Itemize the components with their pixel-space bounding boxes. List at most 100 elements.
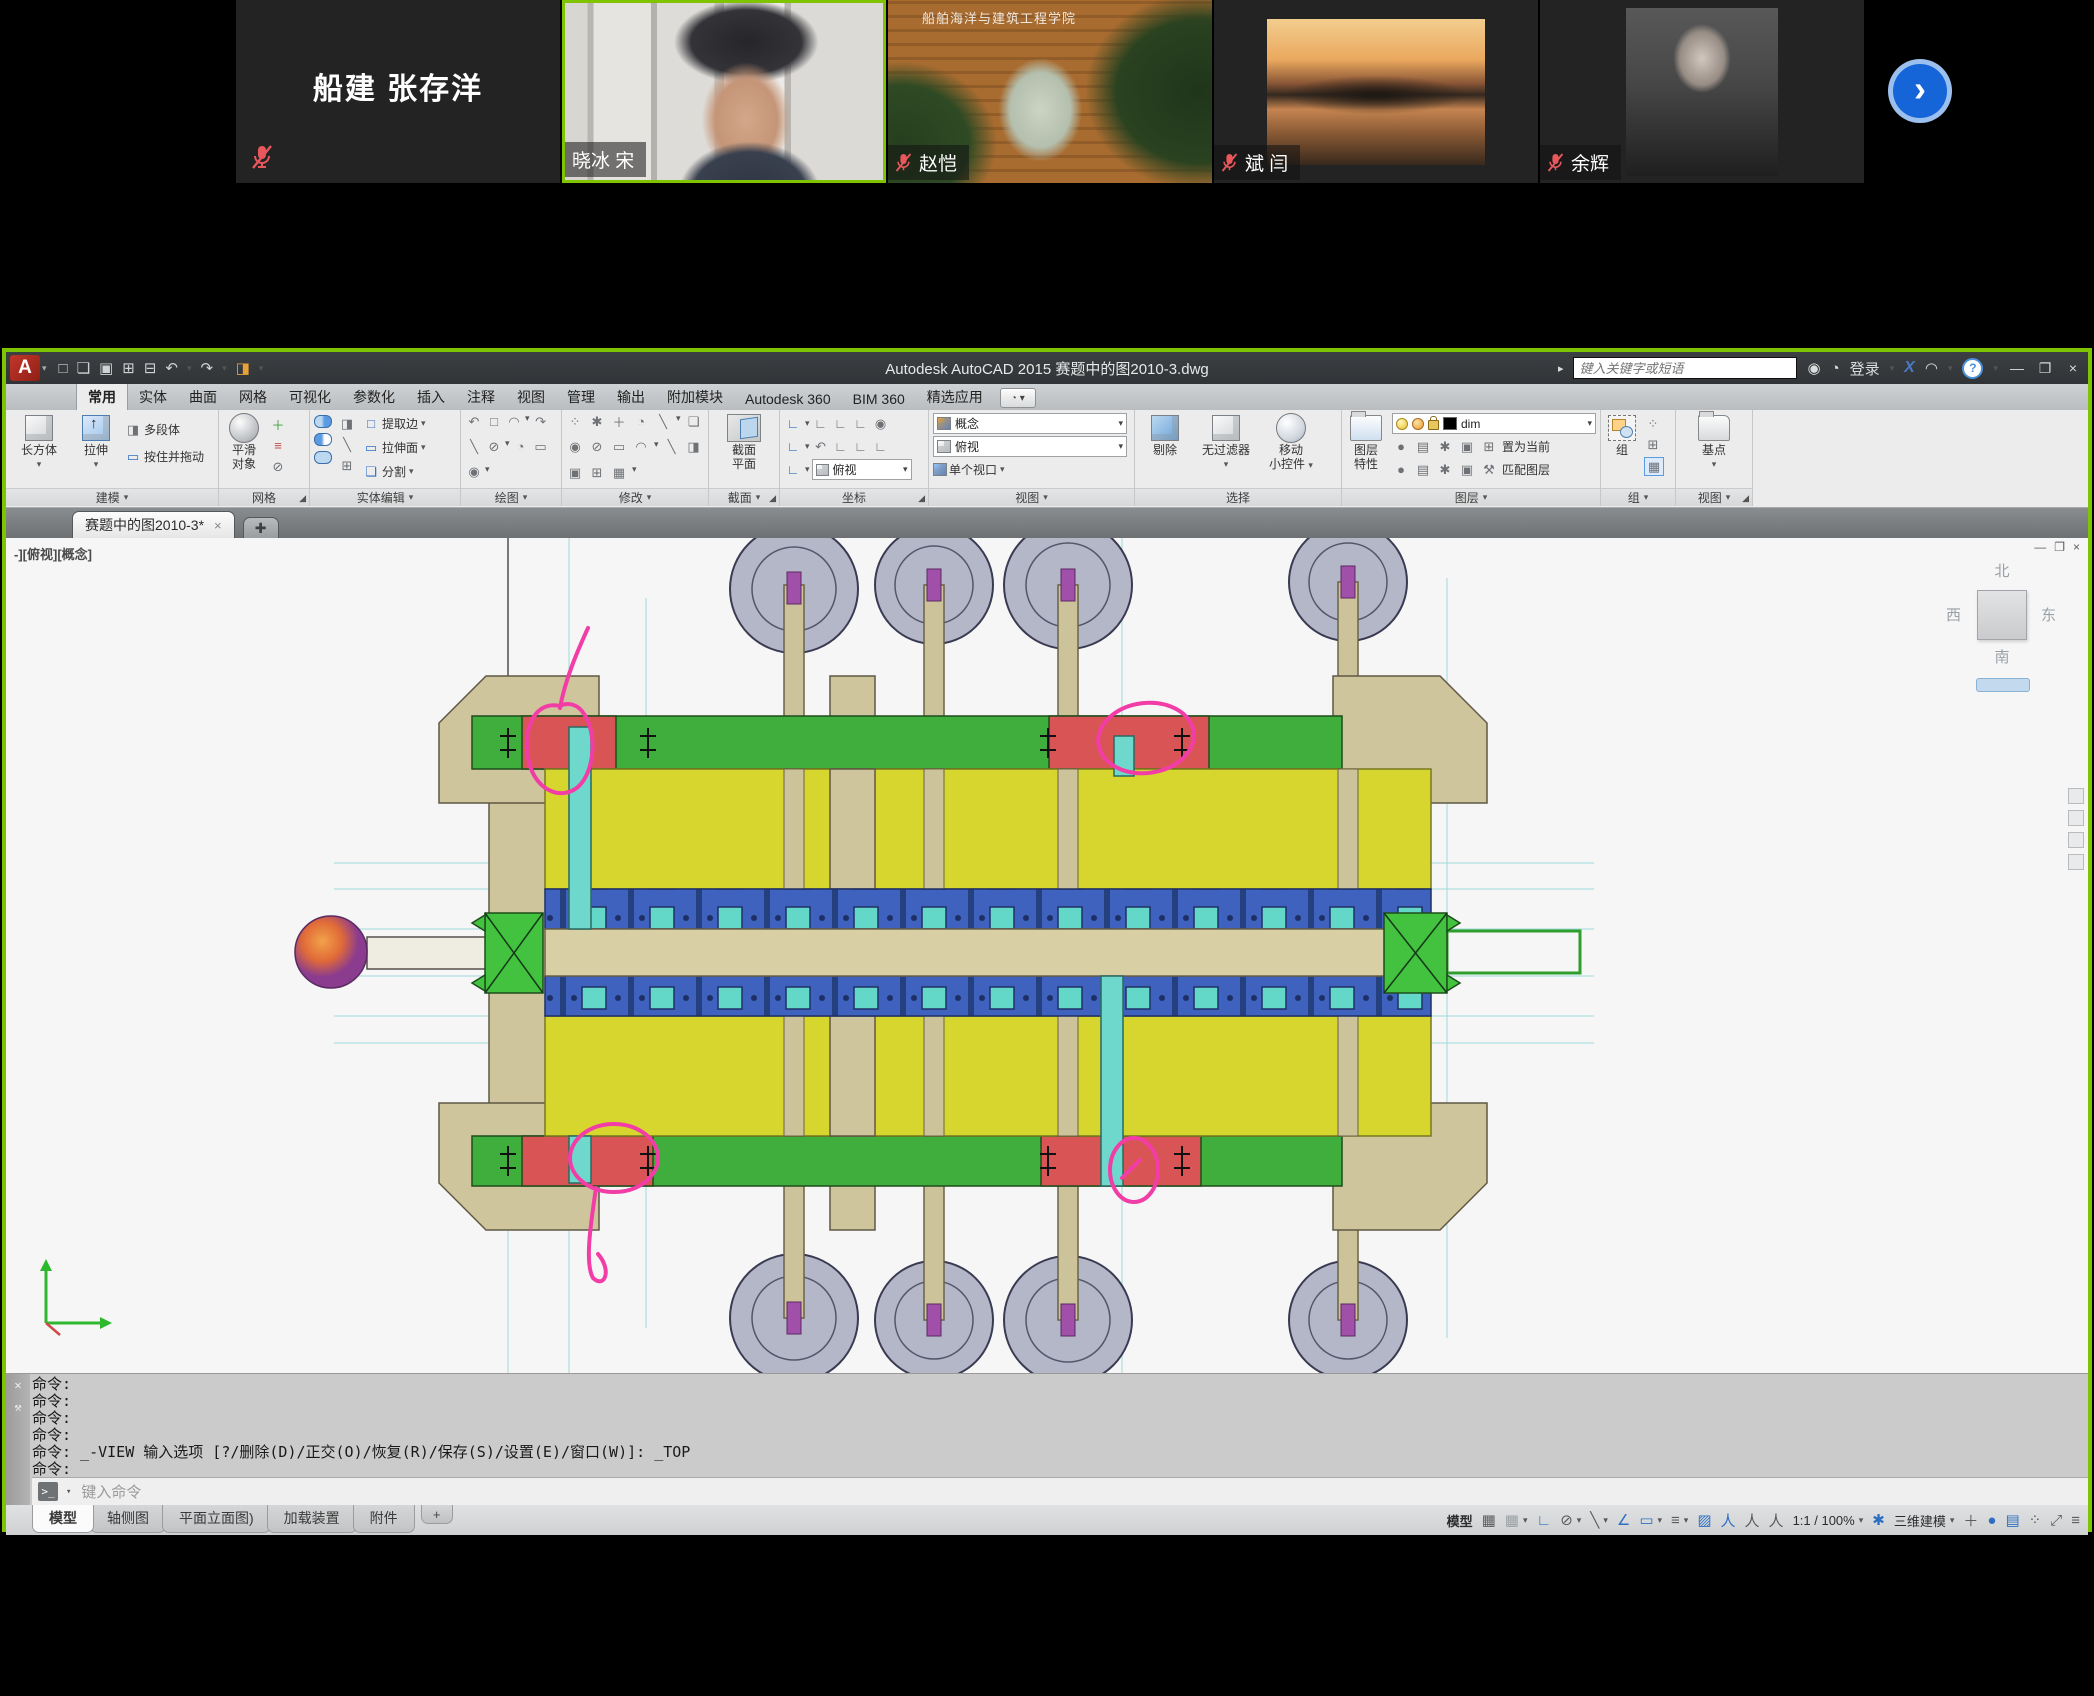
settings-gear-icon[interactable]: ✱: [1872, 1511, 1885, 1529]
gizmo-tool[interactable]: 移动 小控件 ▾: [1265, 413, 1317, 472]
set-current-tool[interactable]: 置为当前: [1502, 438, 1550, 455]
workspace-switcher[interactable]: 三维建模: [1894, 1511, 1946, 1530]
panel-label-view2[interactable]: 视图▾◢: [1676, 488, 1752, 506]
participant-tile-5[interactable]: 余辉: [1540, 0, 1864, 183]
units-icon[interactable]: ●: [1987, 1512, 1996, 1529]
participant-tile-2[interactable]: 晓冰 宋: [562, 0, 886, 183]
array-icon[interactable]: ⊞: [588, 464, 606, 481]
separate-tool[interactable]: ❏ 分割▾: [362, 461, 426, 482]
tab-manage[interactable]: 管理: [556, 383, 606, 410]
ucs-z-icon[interactable]: ∟: [852, 438, 870, 455]
ucs-previous-icon[interactable]: ∟: [832, 415, 850, 432]
presspull-tool[interactable]: ▭ 按住并拖动: [124, 446, 204, 467]
ellipse-icon[interactable]: ◉: [465, 464, 483, 481]
workspace-icon[interactable]: ◨: [236, 359, 250, 377]
viewport-controls-label[interactable]: -][俯视][概念]: [14, 544, 92, 563]
extrude-face-tool[interactable]: ▭ 拉伸面▾: [362, 437, 426, 458]
layer-match-icon[interactable]: ⚒: [1480, 461, 1498, 478]
drawing-canvas[interactable]: -][俯视][概念] — ❐ × 北 西 东 南: [6, 538, 2088, 1373]
selection-filter-tool[interactable]: 无过滤器▾: [1195, 413, 1257, 471]
panel-label-view[interactable]: 视图▾: [929, 488, 1134, 506]
lineweight-icon[interactable]: ≡: [1671, 1512, 1680, 1529]
ucs-world-icon[interactable]: ∟: [812, 415, 830, 432]
viewcube-east-label[interactable]: 东: [2041, 604, 2056, 625]
panel-label-modify[interactable]: 修改▾: [562, 488, 708, 506]
panel-label-draw[interactable]: 绘图▾: [461, 488, 561, 506]
panel-label-layers[interactable]: 图层▾: [1342, 488, 1600, 506]
mesh-nosmooth-icon[interactable]: ⊘: [269, 458, 287, 475]
annotation-monitor-icon[interactable]: ＋: [1963, 1510, 1978, 1531]
layout-tab-attachment[interactable]: 附件: [353, 1505, 415, 1533]
ortho-mode-icon[interactable]: ∟: [1537, 1512, 1552, 1529]
layer-unisolate-icon[interactable]: ▤: [1414, 461, 1432, 478]
search-expand-icon[interactable]: ▸: [1558, 362, 1564, 375]
command-prompt-icon[interactable]: >_: [38, 1482, 58, 1501]
customization-menu-icon[interactable]: ≡: [2071, 1512, 2080, 1529]
panel-label-groups[interactable]: 组▾: [1601, 488, 1675, 506]
ungroup-icon[interactable]: ⁘: [1644, 415, 1662, 432]
shell-icon[interactable]: ⊞: [338, 457, 356, 474]
viewcube-south-label[interactable]: 南: [1942, 646, 2062, 667]
ucs-face-icon[interactable]: ∟: [852, 415, 870, 432]
match-layer-tool[interactable]: 匹配图层: [1502, 461, 1550, 478]
doc-close-icon[interactable]: ×: [2073, 540, 2080, 554]
quick-properties-icon[interactable]: ▤: [2005, 1511, 2019, 1529]
layer-thaw-all-icon[interactable]: ✱: [1436, 461, 1454, 478]
tab-mesh[interactable]: 网格: [228, 383, 278, 410]
pattern-icon[interactable]: ▦: [610, 464, 628, 481]
participant-tile-3[interactable]: 船舶海洋与建筑工程学院 赵恺: [888, 0, 1212, 183]
annotation-visibility-icon[interactable]: 人: [1721, 1510, 1736, 1531]
scale-icon[interactable]: ▣: [566, 464, 584, 481]
ucs-3point-icon[interactable]: ∟: [872, 438, 890, 455]
participant-tile-4[interactable]: 斌 闫: [1214, 0, 1538, 183]
fillet3d-icon[interactable]: ❏: [685, 413, 703, 430]
tab-output[interactable]: 输出: [606, 383, 656, 410]
new-file-icon[interactable]: □: [59, 360, 68, 377]
object-snap-icon[interactable]: ∠: [1617, 1511, 1630, 1529]
rect2-icon[interactable]: ▭: [532, 438, 550, 455]
viewcube-west-label[interactable]: 西: [1946, 604, 1961, 625]
group-select-toggle-icon[interactable]: ▦: [1644, 457, 1664, 476]
save-icon[interactable]: ▣: [99, 359, 113, 377]
grid-display-icon[interactable]: ▦: [1482, 1511, 1496, 1529]
layer-on-all-icon[interactable]: ●: [1392, 461, 1410, 478]
group-tool[interactable]: 组: [1605, 413, 1639, 457]
ucs-zaxis-icon[interactable]: ∟: [832, 438, 850, 455]
panel-label-solid-editing[interactable]: 实体编辑▾: [310, 488, 460, 506]
layer-unlock2-icon[interactable]: ▣: [1458, 461, 1476, 478]
dynamic-input-icon[interactable]: ▭: [1639, 1511, 1653, 1529]
autocad-logo-icon[interactable]: A: [10, 355, 40, 381]
copy-icon[interactable]: ◔: [632, 413, 650, 430]
polysolid-tool[interactable]: ◨ 多段体: [124, 419, 204, 440]
tab-annotate[interactable]: 注释: [456, 383, 506, 410]
clean-screen-icon[interactable]: ⤢: [2050, 1512, 2062, 1529]
ribbon-options-button[interactable]: ◔ ▾: [1000, 388, 1036, 408]
qat-more-icon[interactable]: ▾: [259, 363, 264, 374]
tab-view[interactable]: 视图: [506, 383, 556, 410]
minimize-button[interactable]: —: [2008, 360, 2026, 376]
circle-icon[interactable]: ⊘: [485, 438, 503, 455]
isometric-drafting-icon[interactable]: ╲: [1590, 1511, 1599, 1529]
extract-edges-tool[interactable]: □ 提取边▾: [362, 413, 426, 434]
group-edit-icon[interactable]: ⊞: [1644, 436, 1662, 453]
model-space-toggle[interactable]: 模型: [1447, 1511, 1473, 1530]
signin-label[interactable]: 登录: [1850, 358, 1880, 379]
viewcube-face[interactable]: [1977, 590, 2027, 640]
layer-combo[interactable]: dim▾: [1392, 413, 1596, 434]
cloud-icon[interactable]: ◠: [1925, 359, 1938, 377]
new-document-tab-button[interactable]: ✚: [243, 517, 279, 538]
tab-visualize[interactable]: 可视化: [278, 383, 342, 410]
ucs-named-icon[interactable]: ∟: [784, 461, 802, 478]
layout-tab-plan[interactable]: 平面立面图): [162, 1505, 271, 1533]
rotate-icon[interactable]: ⊘: [588, 439, 606, 456]
close-button[interactable]: ×: [2064, 360, 2082, 376]
smooth-object-tool[interactable]: 平滑对象: [223, 413, 265, 471]
save-as-icon[interactable]: ⊞: [122, 359, 135, 377]
union-icon[interactable]: [314, 415, 332, 428]
box-tool[interactable]: 长方体▾: [10, 413, 68, 471]
tab-autodesk360[interactable]: Autodesk 360: [734, 387, 842, 410]
align-icon[interactable]: ◨: [685, 439, 703, 456]
layout-tab-loading[interactable]: 加载装置: [267, 1505, 357, 1533]
plot-icon[interactable]: ⊟: [144, 359, 157, 377]
steering-wheel-icon[interactable]: [2068, 854, 2084, 870]
